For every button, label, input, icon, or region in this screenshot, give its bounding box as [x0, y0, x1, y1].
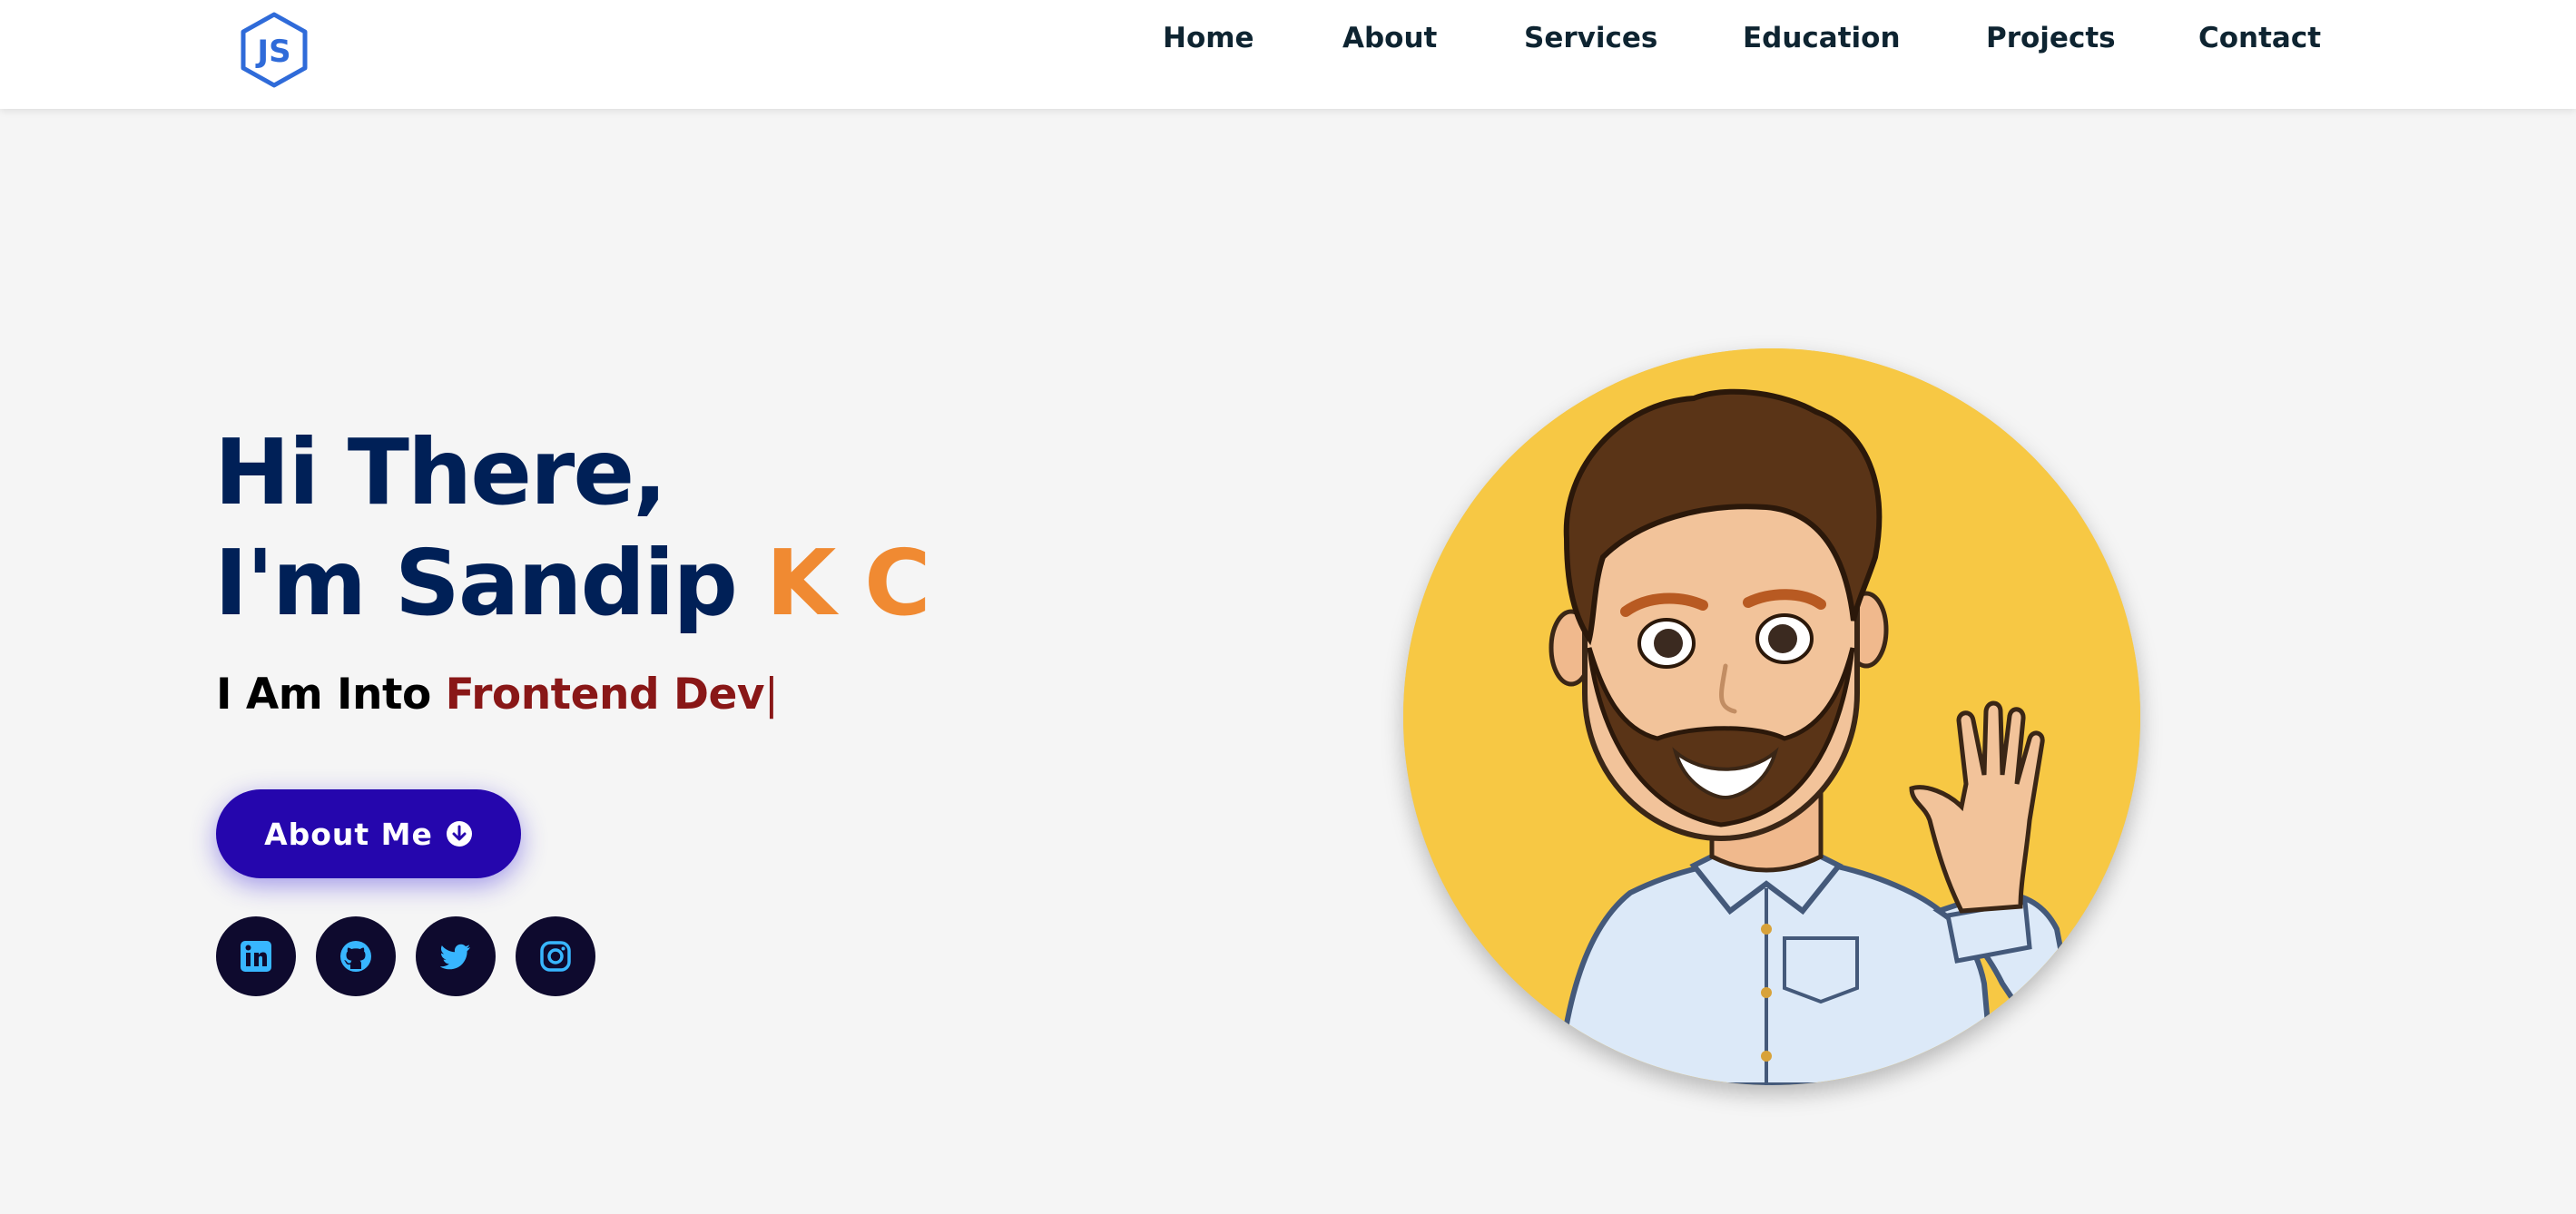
- nav-contact[interactable]: Contact: [2198, 22, 2321, 54]
- social-links: [216, 916, 595, 996]
- twitter-icon: [439, 944, 470, 970]
- instagram-link[interactable]: [516, 916, 595, 996]
- linkedin-icon: [241, 941, 271, 972]
- top-navbar: JS Home About Services Education Project…: [0, 0, 2576, 109]
- instagram-icon: [540, 941, 571, 972]
- hero-greeting: Hi There,: [214, 419, 667, 525]
- svg-text:JS: JS: [255, 34, 290, 70]
- js-logo-icon[interactable]: JS: [238, 11, 310, 89]
- twitter-link[interactable]: [416, 916, 496, 996]
- nav-home[interactable]: Home: [1163, 22, 1254, 54]
- linkedin-link[interactable]: [216, 916, 296, 996]
- typed-role: Frontend Dev: [445, 670, 765, 720]
- nav-projects[interactable]: Projects: [1986, 22, 2116, 54]
- typed-subtitle: I Am Into Frontend Dev|: [216, 670, 779, 720]
- nav-services[interactable]: Services: [1524, 22, 1657, 54]
- nav-about[interactable]: About: [1342, 22, 1437, 54]
- arrow-down-circle-icon: [446, 821, 472, 847]
- hero-heading: Hi There, I'm Sandip K C: [214, 417, 931, 639]
- profile-avatar: [1403, 348, 2140, 1085]
- about-me-label: About Me: [264, 816, 433, 852]
- hero-name-prefix: I'm Sandip: [214, 530, 766, 636]
- typing-cursor: |: [764, 670, 779, 720]
- about-me-button[interactable]: About Me: [216, 789, 521, 878]
- typed-prefix: I Am Into: [216, 670, 446, 720]
- bitmoji-avatar-image: [1403, 348, 2140, 1085]
- hero-name-accent: K C: [765, 530, 931, 636]
- github-icon: [340, 941, 371, 972]
- github-link[interactable]: [316, 916, 396, 996]
- nav-education[interactable]: Education: [1743, 22, 1901, 54]
